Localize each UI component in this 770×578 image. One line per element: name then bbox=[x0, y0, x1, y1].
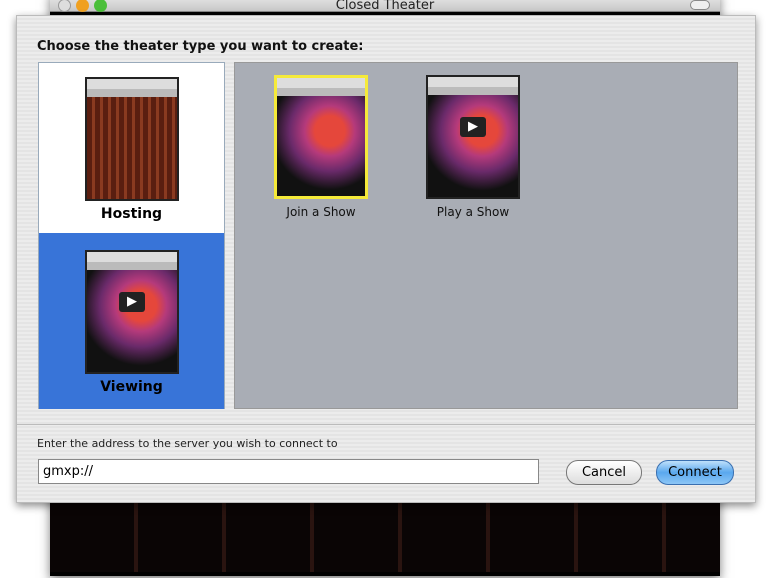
theater-type-list: Hosting ▶ Viewing bbox=[38, 62, 225, 409]
address-label: Enter the address to the server you wish… bbox=[37, 437, 338, 450]
cancel-button[interactable]: Cancel bbox=[566, 460, 642, 485]
play-show-item[interactable]: ▶ bbox=[426, 75, 520, 199]
join-show-label: Join a Show bbox=[286, 205, 356, 219]
play-icon: ▶ bbox=[460, 117, 486, 138]
type-viewing[interactable]: ▶ Viewing bbox=[39, 233, 224, 409]
toolbar-toggle-button[interactable] bbox=[690, 0, 710, 10]
theater-seats-background bbox=[50, 502, 720, 572]
server-address-input[interactable] bbox=[38, 459, 539, 484]
type-hosting[interactable]: Hosting bbox=[39, 63, 224, 233]
create-theater-sheet: Choose the theater type you want to crea… bbox=[16, 15, 756, 503]
prompt-label: Choose the theater type you want to crea… bbox=[37, 39, 364, 54]
type-viewing-label: Viewing bbox=[100, 379, 163, 395]
viewing-thumbnail: ▶ bbox=[85, 250, 179, 374]
play-icon: ▶ bbox=[119, 292, 145, 313]
play-show-label: Play a Show bbox=[436, 205, 510, 219]
divider bbox=[17, 424, 755, 425]
title-bar: Closed Theater bbox=[50, 0, 720, 13]
hosting-thumbnail bbox=[85, 77, 179, 201]
window-title: Closed Theater bbox=[335, 0, 435, 13]
option-grid: Join a Show ▶ Play a Show bbox=[234, 62, 738, 409]
connect-button[interactable]: Connect bbox=[656, 460, 734, 485]
type-hosting-label: Hosting bbox=[100, 206, 163, 222]
join-show-item[interactable] bbox=[274, 75, 368, 199]
